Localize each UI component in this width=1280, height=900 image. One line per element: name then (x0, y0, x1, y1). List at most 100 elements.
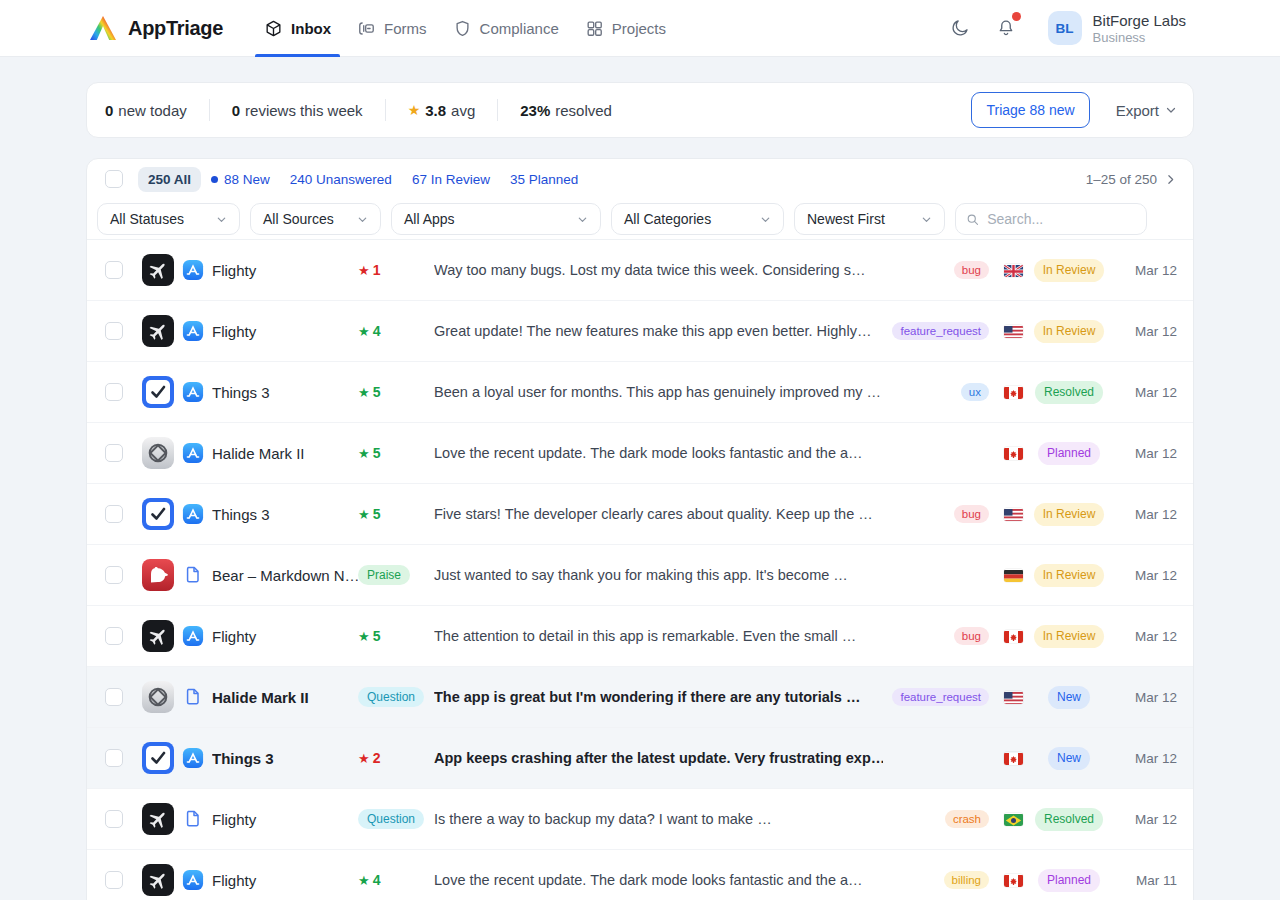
app-name: Things 3 (212, 506, 358, 523)
nav-tab-projects[interactable]: Projects (572, 0, 679, 57)
status-badge: Resolved (1035, 808, 1103, 831)
row-checkbox[interactable] (105, 261, 123, 279)
form-input-icon (357, 19, 376, 38)
status-badge: New (1048, 747, 1090, 770)
flag-ca-icon (1004, 753, 1023, 765)
nav-tab-label: Inbox (291, 20, 331, 37)
flag-br-icon (1004, 814, 1023, 826)
filter-select-all-statuses[interactable]: All Statuses (97, 203, 240, 235)
review-row[interactable]: Flighty ★4 Great update! The new feature… (87, 301, 1193, 362)
notifications-button[interactable] (994, 16, 1018, 40)
review-row[interactable]: Flighty ★4 Love the recent update. The d… (87, 850, 1193, 900)
bell-icon (996, 18, 1016, 38)
flag-us-icon (1004, 509, 1023, 521)
appstore-icon (182, 625, 204, 647)
row-checkbox[interactable] (105, 871, 123, 889)
row-checkbox[interactable] (105, 749, 123, 767)
review-row[interactable]: Bear – Markdown N… Praise Just wanted to… (87, 545, 1193, 606)
rating: ★5 (358, 445, 434, 461)
flag-us-icon (1004, 692, 1023, 704)
review-row[interactable]: Halide Mark II Question The app is great… (87, 667, 1193, 728)
row-checkbox[interactable] (105, 566, 123, 584)
rating-value: 5 (373, 628, 381, 644)
export-button[interactable]: Export (1116, 102, 1177, 119)
select-all-checkbox[interactable] (105, 170, 123, 188)
flag-ca-icon (1004, 387, 1023, 399)
nav-tab-forms[interactable]: Forms (344, 0, 440, 57)
filter-select-all-apps[interactable]: All Apps (391, 203, 601, 235)
star-icon: ★ (358, 385, 370, 400)
review-row[interactable]: Flighty ★5 The attention to detail in th… (87, 606, 1193, 667)
nav-tab-compliance[interactable]: Compliance (440, 0, 572, 57)
source-icon-wrap (182, 869, 204, 891)
row-checkbox[interactable] (105, 688, 123, 706)
row-checkbox[interactable] (105, 810, 123, 828)
filter-select-all-sources[interactable]: All Sources (250, 203, 381, 235)
stat-label: avg (451, 102, 475, 119)
app-name: Flighty (212, 811, 358, 828)
search-input[interactable] (987, 211, 1136, 227)
search-icon (966, 212, 979, 227)
row-checkbox[interactable] (105, 505, 123, 523)
filter-tab-planned[interactable]: 35 Planned (500, 167, 588, 192)
filter-select-all-categories[interactable]: All Categories (611, 203, 784, 235)
star-icon: ★ (408, 102, 421, 118)
review-row[interactable]: Flighty ★1 Way too many bugs. Lost my da… (87, 240, 1193, 301)
source-icon-wrap (182, 808, 204, 830)
dark-mode-toggle[interactable] (948, 16, 972, 40)
pagination[interactable]: 1–25 of 250 (1086, 172, 1177, 187)
chevron-right-icon[interactable] (1164, 173, 1177, 186)
flag-ca-icon (1004, 875, 1023, 887)
review-row[interactable]: Things 3 ★2 App keeps crashing after the… (87, 728, 1193, 789)
row-checkbox[interactable] (105, 444, 123, 462)
search-box[interactable] (955, 203, 1147, 235)
row-checkbox[interactable] (105, 322, 123, 340)
flighty-app-icon (142, 620, 174, 652)
rating-value: 1 (373, 262, 381, 278)
triage-button[interactable]: Triage 88 new (971, 92, 1089, 128)
pagination-label: 1–25 of 250 (1086, 172, 1157, 187)
review-text: Great update! The new features make this… (434, 323, 883, 339)
review-row[interactable]: Things 3 ★5 Been a loyal user for months… (87, 362, 1193, 423)
cube-icon (264, 19, 283, 38)
status-badge: Resolved (1035, 381, 1103, 404)
review-row[interactable]: Flighty Question Is there a way to backu… (87, 789, 1193, 850)
source-icon-wrap (182, 747, 204, 769)
review-date: Mar 12 (1105, 324, 1177, 339)
account-type: Business (1093, 30, 1186, 45)
category-tag: feature_request (892, 322, 989, 340)
filter-tab-unanswered[interactable]: 240 Unanswered (280, 167, 402, 192)
flighty-app-icon (142, 315, 174, 347)
country-flag (1004, 325, 1023, 338)
nav-tab-inbox[interactable]: Inbox (251, 0, 344, 57)
rating-value: 5 (373, 445, 381, 461)
rating-value: 4 (373, 872, 381, 888)
filter-tab-all[interactable]: 250 All (138, 167, 201, 192)
stat-item: 23%resolved (498, 102, 634, 119)
rating-value: 5 (373, 384, 381, 400)
filter-select-newest-first[interactable]: Newest First (794, 203, 945, 235)
filter-tab-new[interactable]: 88 New (201, 167, 280, 192)
star-icon: ★ (358, 324, 370, 339)
status-badge: In Review (1034, 625, 1105, 648)
review-row[interactable]: Halide Mark II ★5 Love the recent update… (87, 423, 1193, 484)
row-checkbox[interactable] (105, 627, 123, 645)
app-name: Things 3 (212, 384, 358, 401)
category-tag: ux (961, 383, 989, 401)
appstore-icon (182, 747, 204, 769)
flag-gb-icon (1004, 265, 1023, 277)
rating-value: 2 (373, 750, 381, 766)
app-name: Things 3 (212, 750, 358, 767)
stats-bar: 0new today0reviews this week★3.8avg23%re… (86, 82, 1194, 138)
rating: Question (358, 687, 434, 707)
app-name: Flighty (212, 628, 358, 645)
filter-tab-in-review[interactable]: 67 In Review (402, 167, 500, 192)
avatar[interactable]: BL (1048, 11, 1082, 45)
star-icon: ★ (358, 873, 370, 888)
stat-value: 0 (105, 102, 113, 119)
review-row[interactable]: Things 3 ★5 Five stars! The developer cl… (87, 484, 1193, 545)
row-checkbox[interactable] (105, 383, 123, 401)
review-date: Mar 12 (1105, 690, 1177, 705)
rating-value: 5 (373, 506, 381, 522)
notification-dot (1012, 12, 1021, 21)
